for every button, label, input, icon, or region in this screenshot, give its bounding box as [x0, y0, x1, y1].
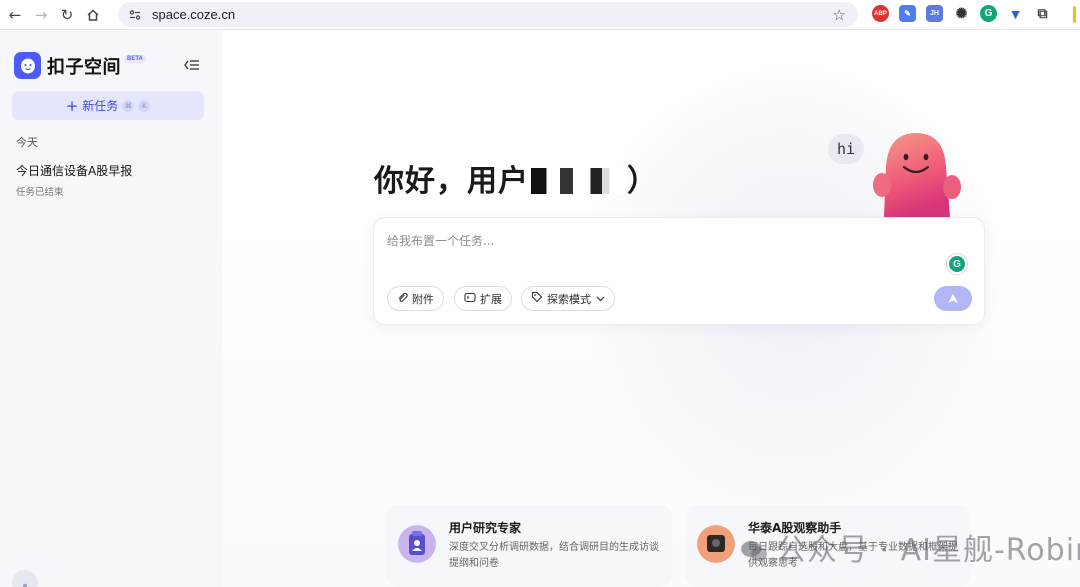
site-info-icon[interactable] — [124, 4, 146, 26]
explore-mode-label: 探索模式 — [547, 292, 591, 306]
shortcut-cmd-key: ⌘ — [122, 99, 135, 112]
extend-label: 扩展 — [480, 292, 502, 306]
plus-icon: + — [65, 96, 79, 115]
reload-icon[interactable]: ↻ — [56, 4, 78, 26]
gear-extension-icon[interactable]: ✺ — [953, 5, 970, 22]
wechat-icon — [741, 541, 767, 561]
send-button[interactable] — [934, 286, 972, 311]
tag-icon — [531, 291, 543, 306]
v-extension-icon[interactable]: ▼ — [1007, 5, 1024, 22]
extension-icon — [464, 292, 476, 306]
grammarly-extension-icon[interactable]: G — [980, 5, 997, 22]
agent-card-user-research[interactable]: 用户研究专家 深度交叉分析调研数据，结合调研目的生成访谈提纲和问卷 — [386, 505, 672, 587]
browser-menu-icon[interactable] — [1073, 6, 1076, 23]
stock-assistant-avatar-icon — [697, 525, 735, 563]
new-task-button[interactable]: + 新任务 ⌘ K — [12, 91, 204, 120]
main-area: 你好，用户 ） hi 给我布置一个任务... G 附件 扩展 探索模式 用户研究专… — [222, 31, 1080, 587]
address-bar[interactable]: space.coze.cn ☆ — [118, 2, 858, 27]
mascot-character-icon — [873, 133, 961, 217]
greeting-suffix: ） — [627, 164, 658, 199]
new-task-label: 新任务 — [82, 99, 119, 113]
task-title: 今日通信设备A股早报 — [16, 164, 133, 178]
forward-arrow-icon[interactable]: → — [30, 4, 52, 26]
mascot-speech-bubble: hi — [828, 134, 864, 164]
browser-toolbar: ← → ↻ space.coze.cn ☆ ABP ✎ JH ✺ G ▼ ⧉ — [0, 0, 1080, 30]
app-logo[interactable]: 扣子空间 BETA — [14, 52, 146, 79]
task-input[interactable]: 给我布置一个任务... — [387, 232, 494, 249]
chevron-down-icon — [596, 292, 605, 305]
shortcut-k-key: K — [138, 99, 151, 112]
section-today: 今天 — [16, 136, 38, 149]
greeting-text: 你好，用户 — [374, 164, 529, 199]
attach-label: 附件 — [412, 292, 434, 306]
grammarly-icon[interactable]: G — [946, 253, 968, 275]
sidebar: 扣子空间 BETA + 新任务 ⌘ K 今天 今日通信设备A股早报 任务已结束 — [0, 31, 222, 587]
coze-logo-icon — [14, 52, 41, 79]
task-input-card: 给我布置一个任务... G 附件 扩展 探索模式 — [373, 217, 985, 325]
puzzle-extensions-icon[interactable]: ⧉ — [1034, 5, 1051, 22]
beta-badge: BETA — [124, 54, 146, 63]
redacted-username — [531, 168, 627, 194]
adblock-extension-icon[interactable]: ABP — [872, 5, 889, 22]
attach-button[interactable]: 附件 — [387, 286, 444, 311]
task-item[interactable]: 今日通信设备A股早报 任务已结束 — [16, 162, 132, 198]
send-arrow-icon — [948, 294, 958, 303]
app-name: 扣子空间 — [47, 56, 121, 78]
bookmark-star-icon[interactable]: ☆ — [833, 6, 846, 24]
researcher-avatar-icon — [398, 525, 436, 563]
user-avatar[interactable] — [12, 570, 38, 587]
pen-extension-icon[interactable]: ✎ — [899, 5, 916, 22]
collapse-sidebar-icon[interactable] — [183, 58, 201, 72]
paperclip-icon — [397, 292, 408, 306]
extensions-row: ABP ✎ JH ✺ G ▼ ⧉ — [872, 5, 1051, 22]
task-status: 任务已结束 — [16, 187, 64, 198]
agent-description: 深度交叉分析调研数据，结合调研目的生成访谈提纲和问卷 — [449, 542, 659, 569]
extend-button[interactable]: 扩展 — [454, 286, 512, 311]
page-greeting: 你好，用户 ） — [374, 156, 658, 200]
explore-mode-dropdown[interactable]: 探索模式 — [521, 286, 615, 311]
jh-extension-icon[interactable]: JH — [926, 5, 943, 22]
watermark: 公众号 · AI星舰-Robin — [740, 525, 1080, 569]
agent-name: 用户研究专家 — [449, 521, 522, 535]
watermark-text: 公众号 · AI星舰-Robin — [776, 533, 1080, 568]
home-icon[interactable] — [82, 4, 104, 26]
url-text: space.coze.cn — [152, 7, 236, 22]
back-arrow-icon[interactable]: ← — [4, 4, 26, 26]
